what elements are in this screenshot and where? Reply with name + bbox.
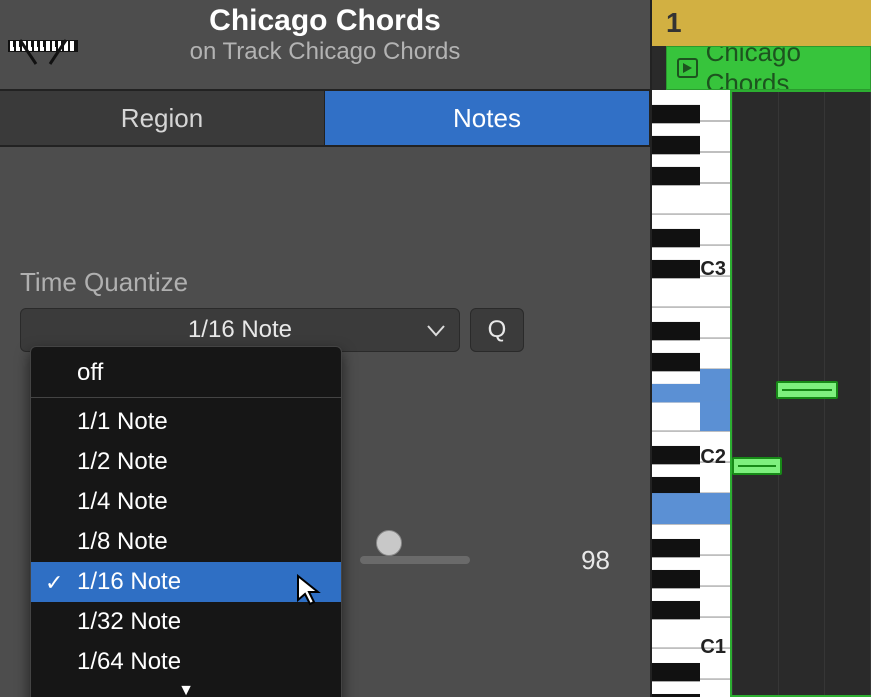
menu-item-label: 1/16 Note: [77, 568, 181, 596]
midi-note[interactable]: [732, 457, 782, 475]
menu-more-indicator[interactable]: ▼: [31, 682, 341, 697]
region-title: Chicago Chords: [0, 0, 650, 38]
slider-thumb[interactable]: [376, 530, 402, 556]
bar-number: 1: [666, 7, 682, 39]
note-grid[interactable]: [730, 90, 871, 697]
menu-item-1-8[interactable]: 1/8 Note: [31, 522, 341, 562]
slider-value: 98: [581, 545, 610, 576]
region-subtitle: on Track Chicago Chords: [0, 38, 650, 66]
keyboard-label-c2: C2: [700, 446, 726, 469]
chevron-down-icon: [427, 316, 445, 344]
inspector-tabs: Region Notes: [0, 91, 650, 147]
slider-track[interactable]: [360, 556, 470, 564]
piano-roll: 1 Chicago Chords: [652, 0, 871, 697]
region-header[interactable]: Chicago Chords: [666, 46, 871, 90]
menu-item-off[interactable]: off: [31, 353, 341, 393]
keyboard-label-c1: C1: [700, 636, 726, 659]
menu-item-1-64[interactable]: 1/64 Note: [31, 642, 341, 682]
tab-region[interactable]: Region: [0, 91, 325, 147]
time-quantize-label: Time Quantize: [20, 267, 630, 298]
tab-notes[interactable]: Notes: [325, 91, 650, 147]
menu-divider: [31, 397, 341, 398]
menu-item-1-32[interactable]: 1/32 Note: [31, 602, 341, 642]
check-icon: ✓: [45, 570, 63, 596]
midi-note[interactable]: [776, 381, 838, 399]
region-name: Chicago Chords: [706, 46, 860, 90]
time-quantize-value: 1/16 Note: [188, 316, 292, 344]
menu-item-1-16[interactable]: ✓ 1/16 Note: [31, 562, 341, 602]
time-quantize-menu: off 1/1 Note 1/2 Note 1/4 Note 1/8 Note …: [30, 346, 342, 697]
quantize-apply-button[interactable]: Q: [470, 308, 524, 352]
menu-item-1-4[interactable]: 1/4 Note: [31, 482, 341, 522]
piano-keyboard[interactable]: C3 C2 C1: [652, 90, 730, 697]
track-instrument-icon: [8, 6, 78, 66]
timeline-ruler[interactable]: 1: [652, 0, 871, 46]
inspector-panel: Chicago Chords on Track Chicago Chords R…: [0, 0, 652, 697]
menu-item-1-2[interactable]: 1/2 Note: [31, 442, 341, 482]
menu-item-1-1[interactable]: 1/1 Note: [31, 402, 341, 442]
inspector-header: Chicago Chords on Track Chicago Chords: [0, 0, 650, 91]
keyboard-label-c3: C3: [700, 258, 726, 281]
play-icon: [677, 58, 698, 78]
